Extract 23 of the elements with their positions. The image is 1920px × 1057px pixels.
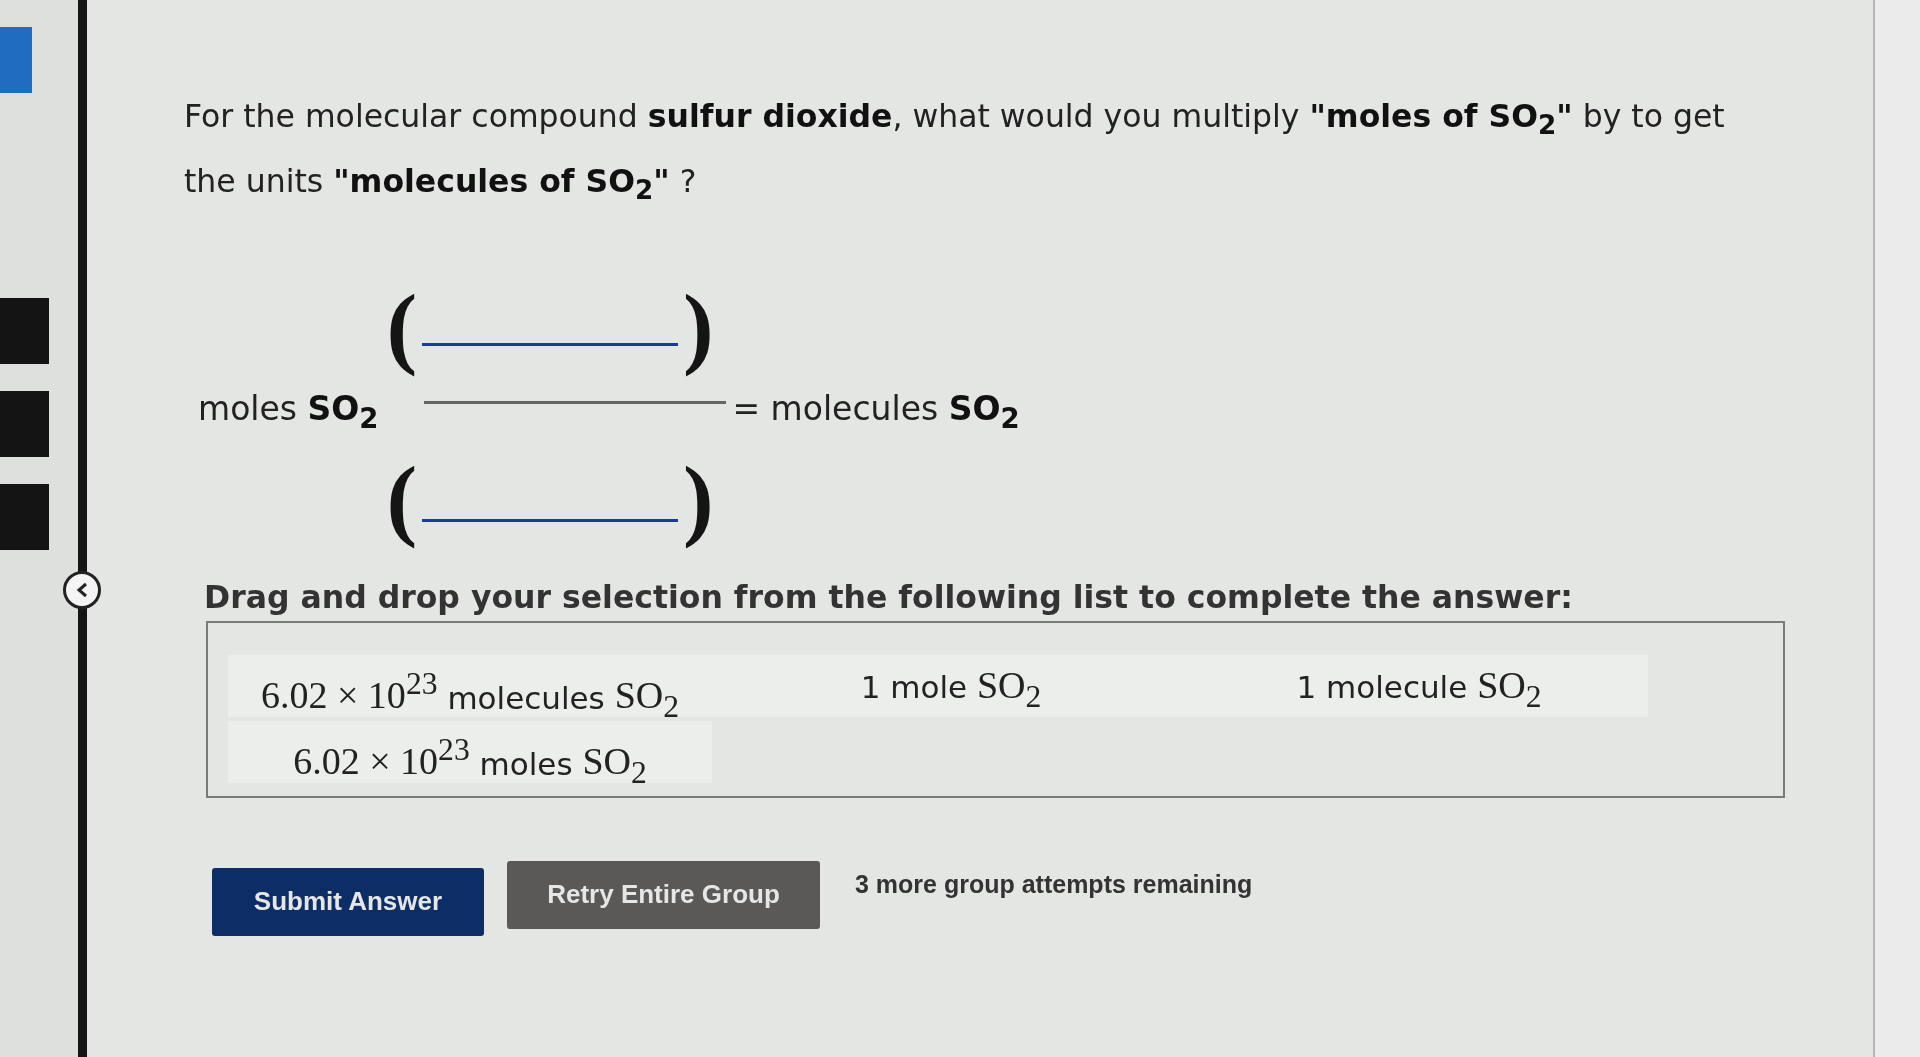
answer-tile[interactable]: 6.02 × 10$^{23}$ moles SO$_{2}$: [228, 720, 712, 783]
retry-button[interactable]: Retry Entire Group: [507, 860, 820, 929]
equation-right-text: = molecules SO$_{2}$: [732, 389, 1020, 434]
fill-in-line[interactable]: [422, 342, 679, 346]
equation-left-text: moles SO$_{2}$: [198, 389, 379, 434]
open-parenthesis: (: [386, 445, 418, 551]
sidebar-tab[interactable]: [0, 298, 49, 364]
close-parenthesis: ): [683, 273, 714, 379]
answer-tile[interactable]: 1 molecule SO$_{2}$: [1190, 654, 1648, 717]
submit-button[interactable]: Submit Answer: [212, 867, 484, 936]
open-parenthesis: (: [386, 273, 418, 379]
fill-in-line[interactable]: [422, 518, 679, 522]
answer-tile[interactable]: 6.02 × 10$^{23}$ molecules SO$_{2}$: [228, 654, 712, 717]
question-text: For the molecular compound sulfur dioxide, what would you multiply "moles of SO$_{2}$" by to get the units "molecules of SO$_{2}$" ?: [184, 97, 1726, 208]
chevron-left-icon: [76, 582, 88, 598]
attempts-text: 3 more group attempts remaining: [855, 868, 1253, 899]
sidebar-tab[interactable]: [0, 27, 32, 93]
sidebar-tab[interactable]: [0, 391, 49, 457]
instruction-text: Drag and drop your selection from the following list to complete the answer:: [204, 578, 1574, 615]
close-parenthesis: ): [683, 445, 714, 551]
collapse-button[interactable]: [63, 571, 101, 609]
answer-tile[interactable]: 1 mole SO$_{2}$: [712, 654, 1190, 717]
sidebar-tab[interactable]: [0, 484, 49, 550]
